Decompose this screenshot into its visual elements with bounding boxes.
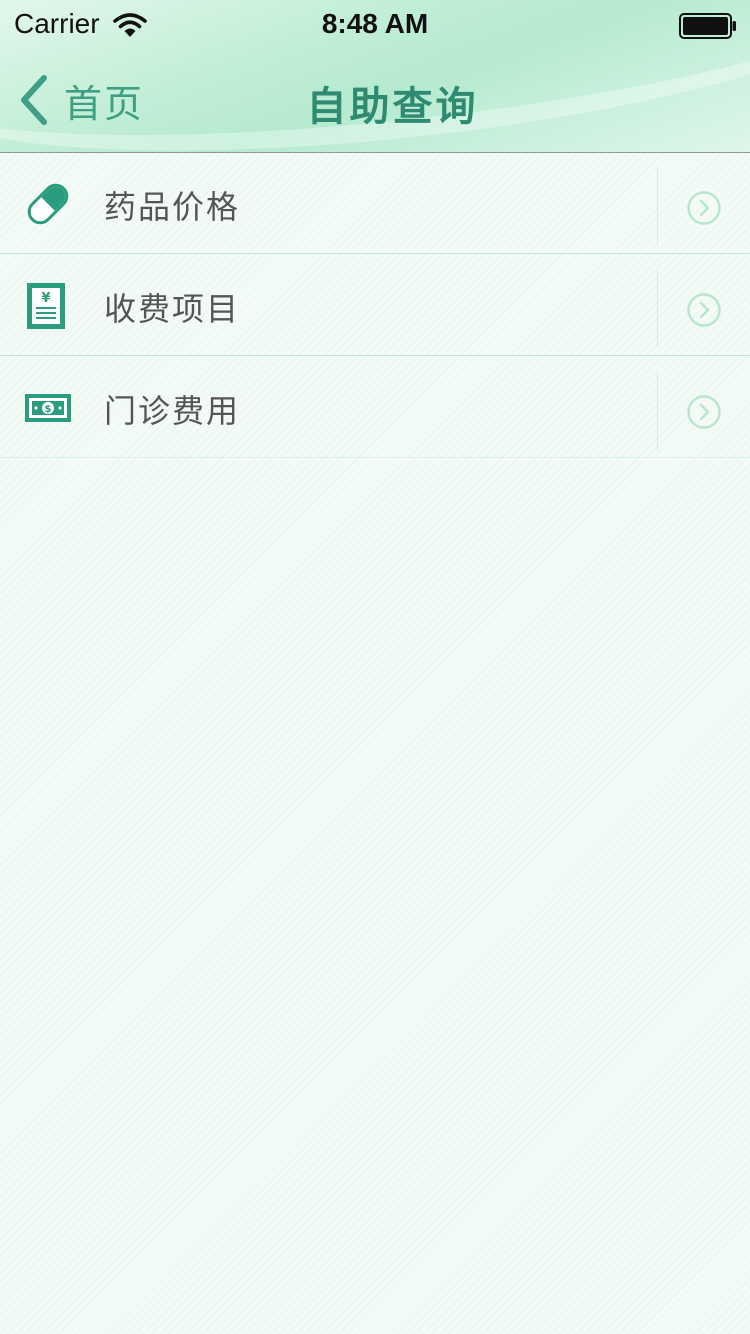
list-item-outpatient-fees[interactable]: $ 门诊费用: [0, 356, 750, 458]
svg-text:$: $: [45, 404, 52, 415]
chevron-right-circle-icon: [687, 395, 721, 429]
list-item-charge-items[interactable]: ¥ 收费项目: [0, 254, 750, 356]
page-title: 自助查询: [306, 84, 479, 130]
battery-icon: [679, 13, 736, 39]
receipt-icon: ¥: [27, 283, 65, 329]
status-time: 8:48 AM: [321, 8, 429, 39]
list-item-drug-price[interactable]: 药品价格: [0, 152, 750, 254]
list-item-label: 门诊费用: [104, 392, 241, 430]
svg-text:¥: ¥: [41, 291, 50, 306]
row-divider: [657, 372, 658, 450]
nav-header: Carrier 8:48 AM 首页 自助查询: [0, 0, 750, 153]
chevron-right-circle-icon: [687, 191, 721, 225]
chevron-right-circle-icon: [687, 293, 721, 327]
list-item-label: 收费项目: [104, 290, 241, 328]
row-divider: [657, 168, 658, 246]
money-icon: $: [25, 394, 71, 422]
row-divider: [657, 270, 658, 348]
list-item-label: 药品价格: [104, 188, 241, 226]
pill-icon: [27, 183, 69, 225]
status-bar: Carrier 8:48 AM: [0, 0, 750, 50]
menu-list: 药品价格 ¥ 收费项目 $ 门诊费用: [0, 152, 750, 458]
